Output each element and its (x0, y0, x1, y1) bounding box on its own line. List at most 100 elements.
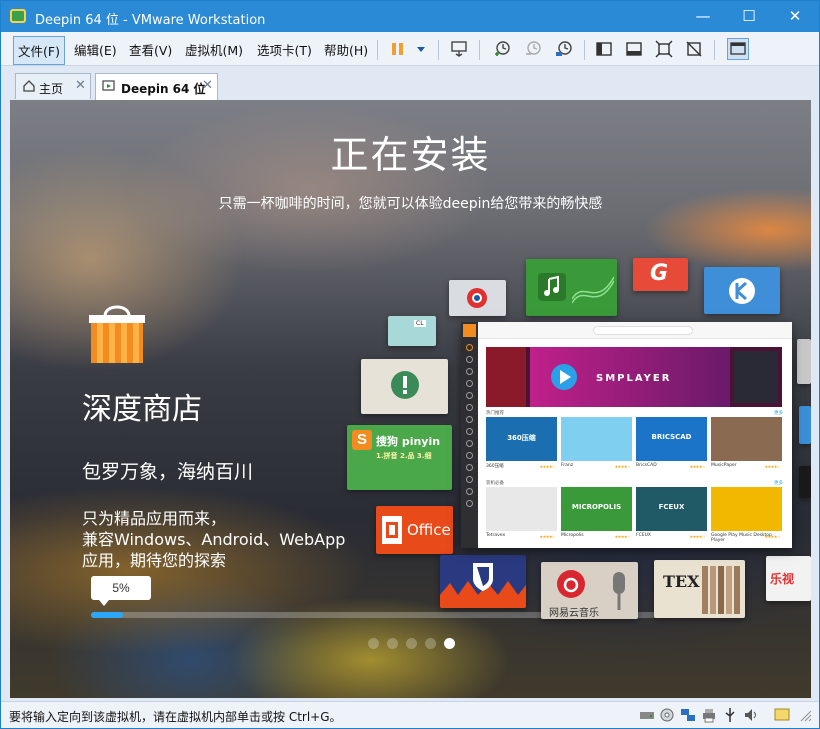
store-app-thumbnail (711, 417, 782, 461)
menu-edit[interactable]: 编辑(E) (74, 40, 117, 59)
printer-icon[interactable] (701, 707, 717, 723)
nav-icon (466, 416, 473, 423)
app-tile-edge-right (797, 339, 811, 384)
shield-fire-icon (440, 563, 526, 608)
cd-dvd-icon[interactable] (659, 707, 675, 723)
exclamation-icon (391, 371, 419, 399)
tab-deepin-close-icon[interactable]: ✕ (202, 78, 213, 93)
menu-file[interactable]: 文件(F) (13, 36, 65, 65)
sogou-s-icon: S (352, 430, 372, 450)
unity-mode-icon[interactable] (685, 40, 703, 58)
slide-dot[interactable] (406, 638, 417, 649)
store-app-rating: ★★★★☆ (614, 464, 631, 469)
usb-icon[interactable] (722, 707, 738, 723)
store-topbar (478, 322, 792, 339)
sound-card-icon[interactable] (743, 707, 759, 723)
tab-deepin-label: Deepin 64 位 (121, 82, 206, 96)
store-app-rating: ★★★★☆ (539, 534, 556, 539)
sogou-title: 搜狗 pinyin (376, 435, 441, 448)
store-app-thumb-text: BRICSCAD (651, 433, 692, 441)
nav-icon (466, 404, 473, 411)
store-app-name: MusicPaper (711, 463, 737, 468)
progress-percent-bubble: 5% (91, 576, 151, 606)
fullscreen-icon[interactable] (655, 40, 673, 58)
store-app-thumbnail: 360压缩 (486, 417, 557, 461)
book-spines-decoration (702, 566, 740, 614)
store-app-card: Google Play Music Desktop Player ★★★★☆ (711, 487, 782, 543)
store-app-rating: ★★★★☆ (764, 464, 781, 469)
snapshot-icon[interactable] (493, 40, 511, 58)
banner-left-panel (486, 347, 526, 407)
store-search-field (593, 326, 693, 335)
store-app-thumbnail (711, 487, 782, 531)
cl-badge-icon: CL (414, 320, 426, 327)
nav-icon (466, 464, 473, 471)
sogou-subtitle: 1.拼音 2.品 3.细 (376, 452, 432, 460)
toolbar-separator (584, 40, 585, 60)
store-app-rating: ★★★★☆ (614, 534, 631, 539)
nav-icon (466, 440, 473, 447)
snapshot-manager-icon[interactable] (555, 40, 573, 58)
send-ctrl-alt-del-icon[interactable] (450, 40, 468, 58)
office-logo-icon (382, 516, 402, 544)
store-app-card: 360压缩 360压缩 ★★★★☆ (486, 417, 557, 473)
menu-view[interactable]: 查看(V) (129, 40, 172, 59)
app-tile-netease-music: 网易云音乐 (541, 562, 638, 619)
console-view-icon[interactable] (727, 38, 749, 60)
store-app-card: Franz ★★★★☆ (561, 417, 632, 473)
music-staff-decoration (572, 276, 614, 304)
app-tile-g-app: G (633, 258, 688, 291)
store-description-line: 只为精品应用而来， (82, 509, 227, 528)
store-sidebar (461, 322, 478, 548)
bubble-tail (99, 600, 109, 606)
menu-help[interactable]: 帮助(H) (324, 40, 368, 59)
app-tile-kmplayer (704, 267, 780, 314)
pause-icon[interactable] (389, 40, 407, 58)
slide-dot[interactable] (387, 638, 398, 649)
store-window-preview: SMPLAYER 热门推荐 更多 装机必备 更多 360压缩 360压缩 ★★★★☆… (461, 322, 792, 548)
toolbar-separator (438, 40, 439, 60)
nav-icon (466, 488, 473, 495)
store-app-thumb-text: FCEUX (658, 503, 685, 511)
section-essentials-label: 装机必备 (486, 481, 504, 486)
store-app-card: Tetravex ★★★★☆ (486, 487, 557, 543)
store-app-rating: ★★★★☆ (689, 464, 706, 469)
hard-disk-icon[interactable] (639, 707, 655, 723)
revert-snapshot-icon[interactable] (524, 40, 542, 58)
tab-deepin[interactable]: Deepin 64 位 ✕ (95, 73, 218, 100)
install-subheading: 只需一杯咖啡的时间，您就可以体验deepin给您带来的畅快感 (218, 196, 603, 212)
maximize-button[interactable]: ☐ (726, 1, 772, 32)
app-tile-music-player (526, 259, 617, 316)
banner-title: SMPLAYER (596, 373, 672, 384)
resize-grip-icon[interactable] (799, 707, 813, 723)
slide-dot-active[interactable] (444, 638, 455, 649)
network-adapter-icon[interactable] (680, 707, 696, 723)
title-bar: Deepin 64 位 - VMware Workstation — ☐ ✕ (1, 1, 819, 32)
store-app-name: FCEUX (636, 533, 651, 538)
nav-icon (466, 392, 473, 399)
store-app-thumbnail (561, 417, 632, 461)
close-window-button[interactable]: ✕ (772, 1, 818, 32)
slide-dot[interactable] (368, 638, 379, 649)
slide-dot[interactable] (425, 638, 436, 649)
store-app-name: Micropolis (561, 533, 584, 538)
tab-home-close-icon[interactable]: ✕ (75, 78, 86, 93)
thumbnail-bar-icon[interactable] (625, 40, 643, 58)
vmware-window: Deepin 64 位 - VMware Workstation — ☐ ✕ 文… (0, 0, 820, 729)
install-progress-fill (91, 612, 123, 618)
power-dropdown-icon[interactable] (412, 40, 430, 58)
tab-home[interactable]: 主页 ✕ (15, 73, 91, 99)
vm-running-icon (102, 80, 115, 91)
window-title: Deepin 64 位 - VMware Workstation (35, 13, 266, 28)
minimize-button[interactable]: — (680, 1, 726, 32)
sidebar-toggle-icon[interactable] (595, 40, 613, 58)
vm-guest-screen[interactable]: 正在安装 只需一杯咖啡的时间，您就可以体验deepin给您带来的畅快感 深度商店… (10, 100, 811, 698)
toolbar-separator (714, 40, 715, 60)
nav-icon (466, 356, 473, 363)
menu-tabs[interactable]: 选项卡(T) (257, 40, 312, 59)
store-app-thumbnail (486, 487, 557, 531)
message-log-icon[interactable] (774, 707, 790, 723)
store-app-name: 360压缩 (486, 464, 504, 469)
menu-vm[interactable]: 虚拟机(M) (185, 40, 243, 59)
app-tile-alert (361, 359, 448, 414)
